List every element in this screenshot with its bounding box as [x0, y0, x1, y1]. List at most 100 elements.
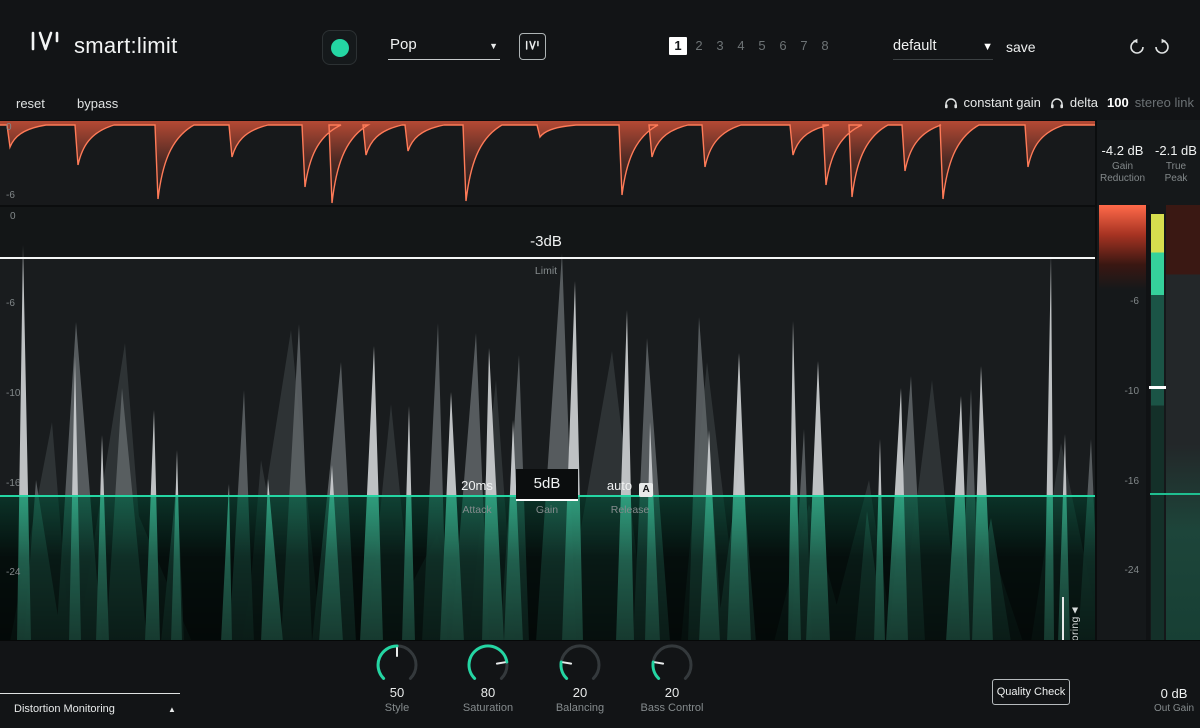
undo-icon — [1130, 38, 1144, 54]
wave-axis-minus6: -6 — [6, 298, 15, 309]
bass-control-knob-dial[interactable] — [648, 641, 696, 689]
bass-control-knob-value: 20 — [664, 685, 680, 700]
genre-profile-select[interactable]: Pop ▼ — [388, 34, 500, 60]
gain-reduction-trace — [0, 121, 1095, 204]
output-level-meter — [1151, 214, 1164, 640]
genre-profile-value: Pop — [390, 36, 417, 53]
meter-divider — [1146, 205, 1150, 640]
bottom-panel: Distortion Monitoring ▲ 50 Style 80 Satu… — [0, 640, 1200, 728]
balancing-knob-value: 20 — [572, 685, 588, 700]
limit-value[interactable]: -3dB — [500, 233, 592, 250]
gr-axis-0: 0 — [6, 122, 12, 133]
redo-button[interactable] — [1153, 38, 1171, 61]
attack-value: 20ms — [461, 478, 493, 493]
quality-check-button[interactable]: Quality Check — [992, 679, 1070, 705]
attack-label: Attack — [462, 504, 492, 516]
release-control[interactable]: auto A — [600, 477, 660, 497]
snapshot-1[interactable]: 1 — [669, 37, 687, 55]
constant-gain-toggle[interactable]: constant gain — [944, 95, 1041, 110]
peak-hold-tick — [1149, 386, 1166, 389]
snapshot-selector: 1 2 3 4 5 6 7 8 — [669, 37, 834, 55]
wave-axis-minus10: -10 — [6, 388, 21, 399]
snapshot-2[interactable]: 2 — [690, 37, 708, 55]
secondary-toolbar: reset bypass constant gain delta 100 ste… — [0, 90, 1200, 120]
out-gain-label: Out Gain — [1153, 703, 1195, 714]
constant-gain-label: constant gain — [963, 95, 1041, 110]
smart-state-button[interactable] — [519, 33, 546, 60]
saturation-knob-dial[interactable] — [464, 641, 512, 689]
style-knob[interactable]: 50 Style — [373, 641, 421, 714]
out-gain-control[interactable]: 0 dB — [1148, 685, 1200, 703]
record-dot-icon — [330, 38, 349, 57]
headphones-icon — [944, 97, 957, 108]
stereo-link-value: 100 — [1107, 95, 1129, 110]
saturation-knob-value: 80 — [480, 685, 496, 700]
true-peak-readout: -2.1 dB — [1155, 143, 1197, 158]
undo-button[interactable] — [1128, 38, 1146, 61]
stereo-link-control[interactable]: 100 stereo link — [1107, 95, 1194, 110]
balancing-knob-dial[interactable] — [556, 641, 604, 689]
meter-axis-minus6: -6 — [1130, 296, 1139, 307]
delta-label: delta — [1069, 95, 1099, 110]
triangle-up-icon[interactable]: ▲ — [168, 705, 176, 714]
gain-value: 5dB — [533, 475, 561, 492]
reset-button[interactable]: reset — [16, 96, 45, 111]
snapshot-5[interactable]: 5 — [753, 37, 771, 55]
loudness-monitoring-label: Loudness Monitoring▲ — [1069, 604, 1081, 640]
gain-reduction-meter — [1099, 205, 1146, 290]
wave-axis-minus24: -24 — [6, 567, 21, 578]
snapshot-6[interactable]: 6 — [774, 37, 792, 55]
style-knob-label: Style — [384, 702, 410, 714]
bypass-button[interactable]: bypass — [77, 96, 118, 111]
wave-axis-minus16: -16 — [6, 478, 21, 489]
gain-reduction-display: 0 -6 — [0, 120, 1095, 205]
style-knob-dial[interactable] — [373, 641, 421, 689]
save-button[interactable]: save — [1006, 39, 1036, 55]
preset-value: default — [893, 38, 937, 54]
loudness-monitoring-toggle[interactable]: Loudness Monitoring▲ — [1062, 597, 1081, 640]
stereo-link-label: stereo link — [1134, 95, 1194, 110]
style-knob-value: 50 — [389, 685, 405, 700]
output-level-meter-right — [1166, 205, 1200, 640]
gain-reduction-readout: -4.2 dB — [1101, 143, 1144, 158]
saturation-knob[interactable]: 80 Saturation — [463, 641, 513, 714]
saturation-knob-label: Saturation — [462, 702, 514, 714]
output-meter-panel: -4.2 dB Gain Reduction -2.1 dB True Peak… — [1095, 120, 1200, 640]
redo-icon — [1155, 38, 1169, 54]
triangle-up-icon: ▲ — [1069, 604, 1081, 617]
meter-axis-minus16: -16 — [1124, 476, 1139, 487]
out-gain-value: 0 dB — [1160, 686, 1188, 701]
true-peak-readout-label-2: Peak — [1164, 173, 1188, 184]
sonible-logo-icon — [28, 28, 66, 60]
learning-button[interactable] — [322, 30, 357, 65]
snapshot-7[interactable]: 7 — [795, 37, 813, 55]
meter-axis-minus24: -24 — [1124, 565, 1139, 576]
gain-label: Gain — [535, 504, 559, 516]
app-title: smart:limit — [74, 33, 178, 58]
snapshot-4[interactable]: 4 — [732, 37, 750, 55]
snapshot-3[interactable]: 3 — [711, 37, 729, 55]
auto-badge-icon: A — [639, 483, 654, 497]
smart-limit-window: smart:limit Pop ▼ 1 2 3 4 5 6 7 8 defaul… — [0, 0, 1200, 728]
top-bar: smart:limit Pop ▼ 1 2 3 4 5 6 7 8 defaul… — [0, 0, 1200, 90]
wave-axis-0: 0 — [10, 211, 16, 222]
snapshot-8[interactable]: 8 — [816, 37, 834, 55]
bass-control-knob[interactable]: 20 Bass Control — [641, 641, 703, 714]
limit-line[interactable] — [0, 257, 1095, 259]
gain-reduction-readout-label-2: Reduction — [1099, 173, 1146, 184]
preset-select[interactable]: default ▼ — [893, 36, 993, 60]
delta-toggle[interactable]: delta — [1050, 95, 1098, 110]
chevron-down-icon: ▼ — [982, 41, 993, 53]
sonible-mini-icon — [525, 40, 539, 50]
waveform-display: -3dB Limit 0 -6 -10 -16 -24 20ms Attack … — [0, 205, 1095, 640]
distortion-monitoring-toggle[interactable]: Distortion Monitoring — [14, 703, 115, 715]
balancing-knob-label: Balancing — [555, 702, 605, 714]
limit-label: Limit — [534, 265, 558, 277]
true-peak-readout-label-1: True — [1165, 161, 1187, 172]
release-label: Release — [610, 504, 650, 516]
balancing-knob[interactable]: 20 Balancing — [556, 641, 604, 714]
loudness-target-line-meter — [1150, 493, 1200, 495]
gain-control[interactable]: 5dB — [516, 469, 578, 501]
gr-axis-minus6: -6 — [6, 190, 15, 201]
attack-control[interactable]: 20ms — [448, 477, 506, 495]
